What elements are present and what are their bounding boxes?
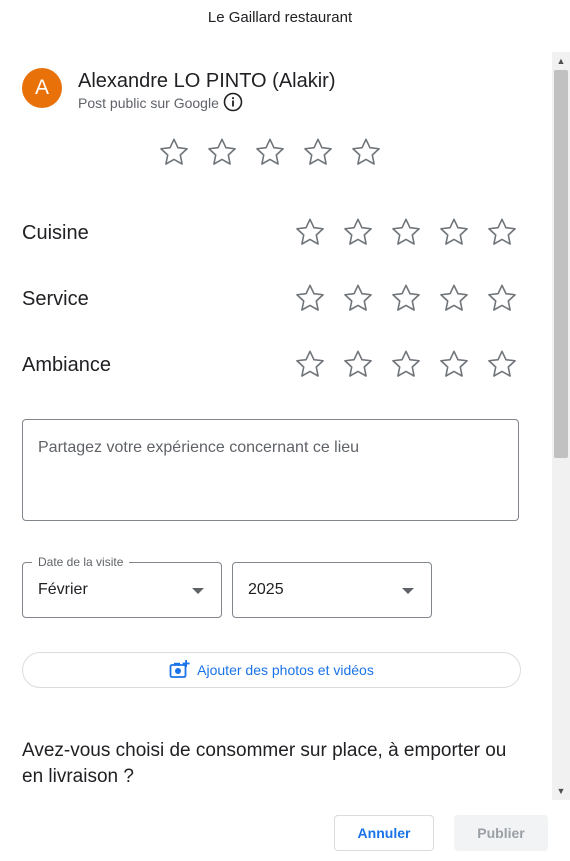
star-icon[interactable] [342, 282, 374, 314]
star-icon[interactable] [342, 348, 374, 380]
scrollbar[interactable]: ▲ ▼ [552, 52, 570, 800]
category-label-ambiance: Ambiance [22, 354, 111, 376]
star-icon[interactable] [350, 136, 382, 168]
star-icon[interactable] [294, 282, 326, 314]
star-icon[interactable] [486, 216, 518, 248]
dining-mode-question: Avez-vous choisi de consommer sur place,… [22, 740, 507, 787]
category-rating-service [294, 282, 518, 314]
star-icon[interactable] [390, 348, 422, 380]
star-icon[interactable] [342, 216, 374, 248]
scrollbar-thumb[interactable] [554, 70, 568, 458]
avatar: A [22, 68, 62, 108]
chevron-down-icon [402, 588, 414, 594]
star-icon[interactable] [294, 216, 326, 248]
overall-rating [158, 136, 382, 168]
star-icon[interactable] [302, 136, 334, 168]
year-select[interactable]: 2025 [232, 562, 432, 618]
add-photos-button[interactable]: Ajouter des photos et vidéos [22, 652, 521, 688]
visit-date-label: Date de la visite [32, 555, 130, 569]
dialog-title: Le Gaillard restaurant [207, 9, 353, 26]
post-visibility: Post public sur Google [78, 95, 219, 111]
star-icon[interactable] [438, 216, 470, 248]
star-icon[interactable] [438, 282, 470, 314]
star-icon[interactable] [390, 282, 422, 314]
year-value: 2025 [248, 581, 284, 598]
category-rating-ambiance [294, 348, 518, 380]
scroll-up-icon[interactable]: ▲ [552, 52, 570, 70]
star-icon[interactable] [486, 282, 518, 314]
star-icon[interactable] [438, 348, 470, 380]
star-icon[interactable] [158, 136, 190, 168]
review-textarea[interactable]: Partagez votre expérience concernant ce … [22, 419, 519, 521]
star-icon[interactable] [486, 348, 518, 380]
scroll-down-icon[interactable]: ▼ [552, 782, 570, 800]
month-select[interactable]: Février [22, 562, 222, 618]
add-photos-label: Ajouter des photos et vidéos [197, 662, 374, 678]
star-icon[interactable] [294, 348, 326, 380]
star-icon[interactable] [254, 136, 286, 168]
add-photo-icon [169, 660, 190, 678]
review-placeholder: Partagez votre expérience concernant ce … [38, 439, 360, 456]
user-name: Alexandre LO PINTO (Alakir) [78, 70, 336, 92]
review-form: A Alexandre LO PINTO (Alakir) Post publi… [0, 52, 552, 800]
star-icon[interactable] [206, 136, 238, 168]
category-label-cuisine: Cuisine [22, 222, 89, 244]
category-rating-cuisine [294, 216, 518, 248]
info-icon[interactable] [223, 92, 243, 112]
month-value: Février [38, 581, 88, 598]
publish-button[interactable]: Publier [454, 815, 548, 851]
category-label-service: Service [22, 288, 89, 310]
cancel-button[interactable]: Annuler [334, 815, 434, 851]
star-icon[interactable] [390, 216, 422, 248]
chevron-down-icon [192, 588, 204, 594]
